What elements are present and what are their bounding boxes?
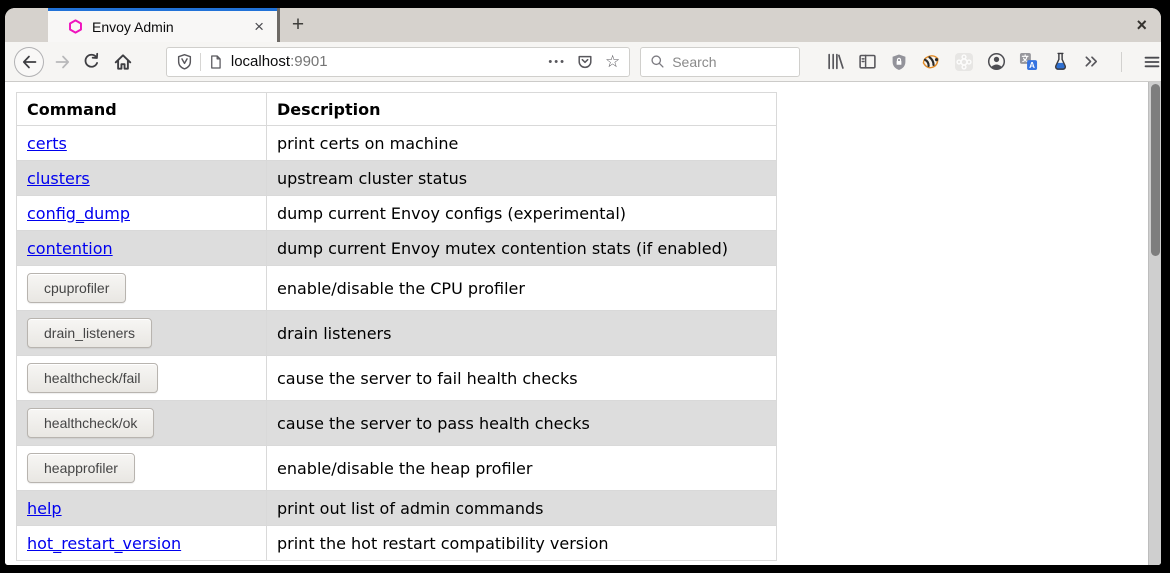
- reload-icon: [82, 52, 101, 71]
- privacy-badger-extension-icon[interactable]: [921, 52, 941, 72]
- table-row: cpuprofiler enable/disable the CPU profi…: [17, 266, 777, 311]
- command-description: dump current Envoy mutex contention stat…: [277, 239, 728, 258]
- tab-title: Envoy Admin: [92, 19, 251, 35]
- command-link[interactable]: config_dump: [27, 204, 130, 223]
- command-link[interactable]: clusters: [27, 169, 90, 188]
- sidebars-icon[interactable]: [858, 52, 877, 71]
- command-button[interactable]: drain_listeners: [27, 318, 152, 348]
- table-row: drain_listeners drain listeners: [17, 311, 777, 356]
- command-description: cause the server to pass health checks: [277, 414, 590, 433]
- command-description: dump current Envoy configs (experimental…: [277, 204, 626, 223]
- table-row: heapprofiler enable/disable the heap pro…: [17, 446, 777, 491]
- command-description: print the hot restart compatibility vers…: [277, 534, 609, 553]
- tab-envoy-admin[interactable]: Envoy Admin ×: [48, 8, 277, 42]
- search-placeholder: Search: [672, 54, 716, 70]
- description-column-header: Description: [267, 93, 777, 126]
- command-link[interactable]: hot_restart_version: [27, 534, 181, 553]
- svg-text:A: A: [1029, 61, 1035, 70]
- library-icon[interactable]: [826, 52, 845, 71]
- command-description: print out list of admin commands: [277, 499, 543, 518]
- table-row: config_dump dump current Envoy configs (…: [17, 196, 777, 231]
- account-extension-icon[interactable]: [987, 52, 1006, 71]
- table-row: contention dump current Envoy mutex cont…: [17, 231, 777, 266]
- search-icon: [650, 54, 665, 69]
- command-button[interactable]: cpuprofiler: [27, 273, 126, 303]
- table-row: healthcheck/fail cause the server to fai…: [17, 356, 777, 401]
- hamburger-menu-icon[interactable]: [1143, 53, 1161, 71]
- table-header-row: Command Description: [17, 93, 777, 126]
- url-bar[interactable]: localhost:9901 ••• ☆: [166, 47, 630, 77]
- tracking-protection-shield-icon[interactable]: [176, 53, 193, 70]
- envoy-favicon-icon: [68, 19, 83, 34]
- command-link[interactable]: contention: [27, 239, 113, 258]
- navigation-toolbar: localhost:9901 ••• ☆ Search: [5, 42, 1161, 82]
- command-description: drain listeners: [277, 324, 391, 343]
- toolbar-icon-strip: A: [826, 52, 1161, 72]
- translate-extension-icon[interactable]: A: [1019, 52, 1038, 71]
- url-host: localhost: [231, 53, 290, 70]
- command-button[interactable]: healthcheck/fail: [27, 363, 158, 393]
- command-button[interactable]: healthcheck/ok: [27, 408, 154, 438]
- window-close-button[interactable]: ×: [1136, 8, 1147, 42]
- new-tab-button[interactable]: +: [285, 12, 311, 38]
- url-port: :9901: [290, 53, 328, 70]
- tab-bar: Envoy Admin × + ×: [5, 8, 1161, 42]
- urlbar-divider: [200, 53, 201, 71]
- command-description: enable/disable the heap profiler: [277, 459, 532, 478]
- table-row: healthcheck/ok cause the server to pass …: [17, 401, 777, 446]
- back-button[interactable]: [14, 47, 44, 77]
- reload-button[interactable]: [79, 47, 105, 77]
- command-link[interactable]: help: [27, 499, 62, 518]
- command-column-header: Command: [17, 93, 267, 126]
- command-description: enable/disable the CPU profiler: [277, 279, 525, 298]
- search-bar[interactable]: Search: [640, 47, 800, 77]
- table-row: certs print certs on machine: [17, 126, 777, 161]
- scrollbar-thumb[interactable]: [1151, 84, 1160, 256]
- page-content: Command Description certs print certs on…: [5, 82, 1161, 565]
- command-description: print certs on machine: [277, 134, 458, 153]
- tab-close-icon[interactable]: ×: [251, 18, 267, 35]
- table-row: help print out list of admin commands: [17, 491, 777, 526]
- back-arrow-icon: [20, 53, 38, 71]
- url-text[interactable]: localhost:9901: [231, 53, 328, 70]
- admin-commands-table: Command Description certs print certs on…: [16, 92, 777, 561]
- home-button[interactable]: [110, 47, 136, 77]
- page-actions-icon[interactable]: •••: [548, 56, 566, 68]
- command-description: upstream cluster status: [277, 169, 467, 188]
- command-link[interactable]: certs: [27, 134, 67, 153]
- forward-arrow-icon: [54, 53, 72, 71]
- command-description: cause the server to fail health checks: [277, 369, 578, 388]
- forward-button[interactable]: [50, 47, 76, 77]
- flask-extension-icon[interactable]: [1051, 52, 1070, 71]
- pocket-icon[interactable]: [576, 53, 594, 71]
- browser-window: Envoy Admin × + ×: [5, 8, 1161, 565]
- table-row: clusters upstream cluster status: [17, 161, 777, 196]
- overflow-chevron-icon[interactable]: [1083, 53, 1100, 70]
- page-info-icon[interactable]: [208, 54, 223, 70]
- shield-lock-extension-icon[interactable]: [890, 53, 908, 71]
- toolbar-divider: [1121, 52, 1122, 72]
- vertical-scrollbar[interactable]: [1148, 82, 1161, 565]
- tab-separator: [277, 8, 280, 42]
- bookmark-star-icon[interactable]: ☆: [605, 53, 620, 70]
- home-icon: [113, 52, 133, 72]
- disabled-extension-icon[interactable]: [954, 52, 974, 72]
- table-row: hot_restart_version print the hot restar…: [17, 526, 777, 561]
- command-button[interactable]: heapprofiler: [27, 453, 135, 483]
